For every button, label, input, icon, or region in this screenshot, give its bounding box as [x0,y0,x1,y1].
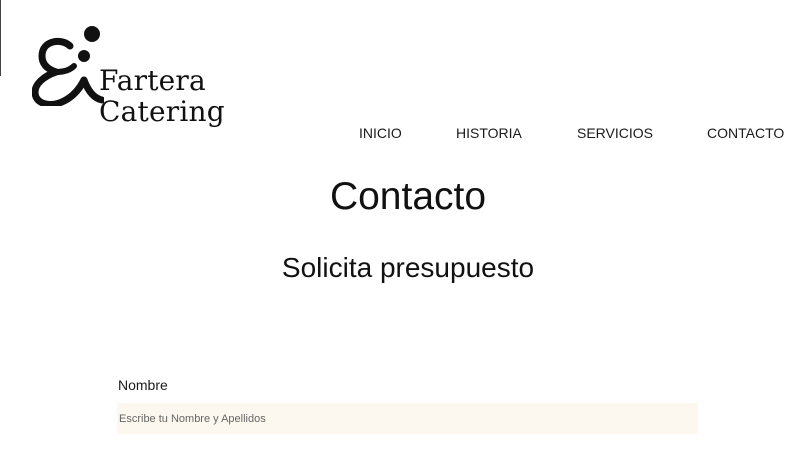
page-title: Contacto [329,175,487,218]
window-edge-line [0,0,1,76]
ampersand-logo-icon [32,26,104,106]
brand-name: Fartera Catering [99,65,225,127]
nav-item-inicio[interactable]: INICIO [359,125,402,141]
nav-item-historia[interactable]: HISTORIA [456,125,522,141]
nav-item-servicios[interactable]: SERVICIOS [577,125,653,141]
main-nav: INICIO HISTORIA SERVICIOS CONTACTO [0,125,800,145]
name-field-label: Nombre [118,377,168,393]
nav-item-contacto[interactable]: CONTACTO [707,125,784,141]
site-logo[interactable]: Fartera Catering [32,22,252,142]
brand-name-line-2: Catering [99,95,225,128]
name-input[interactable] [117,403,698,434]
brand-name-line-1: Fartera [99,64,206,97]
page-subtitle: Solicita presupuesto [281,252,535,283]
